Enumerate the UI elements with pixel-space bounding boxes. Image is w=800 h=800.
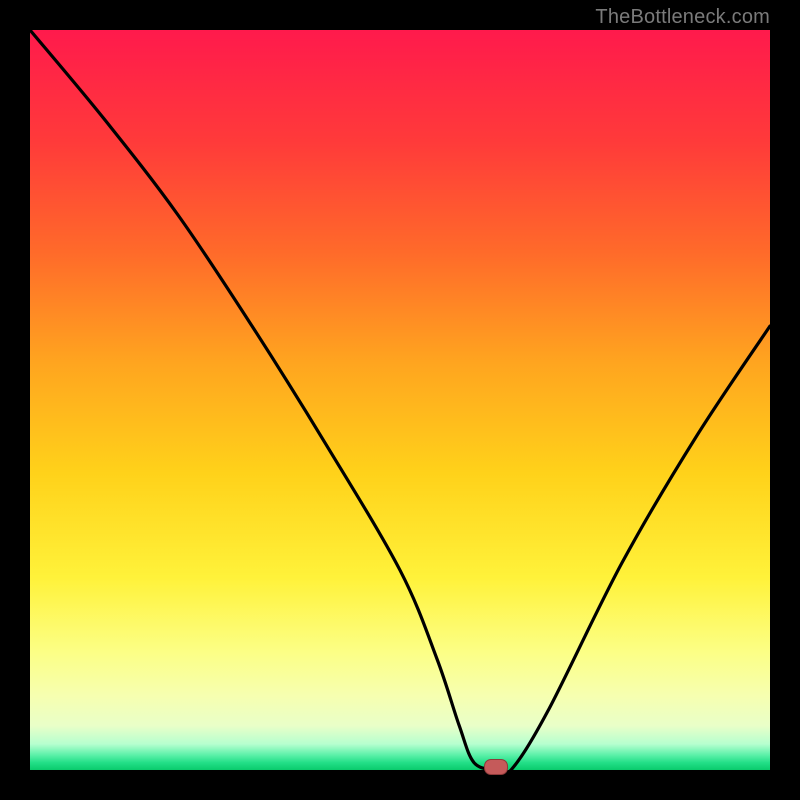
optimum-marker bbox=[484, 759, 508, 775]
plot-area bbox=[30, 30, 770, 770]
bottleneck-curve bbox=[30, 30, 770, 770]
chart-frame: TheBottleneck.com bbox=[0, 0, 800, 800]
watermark-text: TheBottleneck.com bbox=[595, 6, 770, 29]
